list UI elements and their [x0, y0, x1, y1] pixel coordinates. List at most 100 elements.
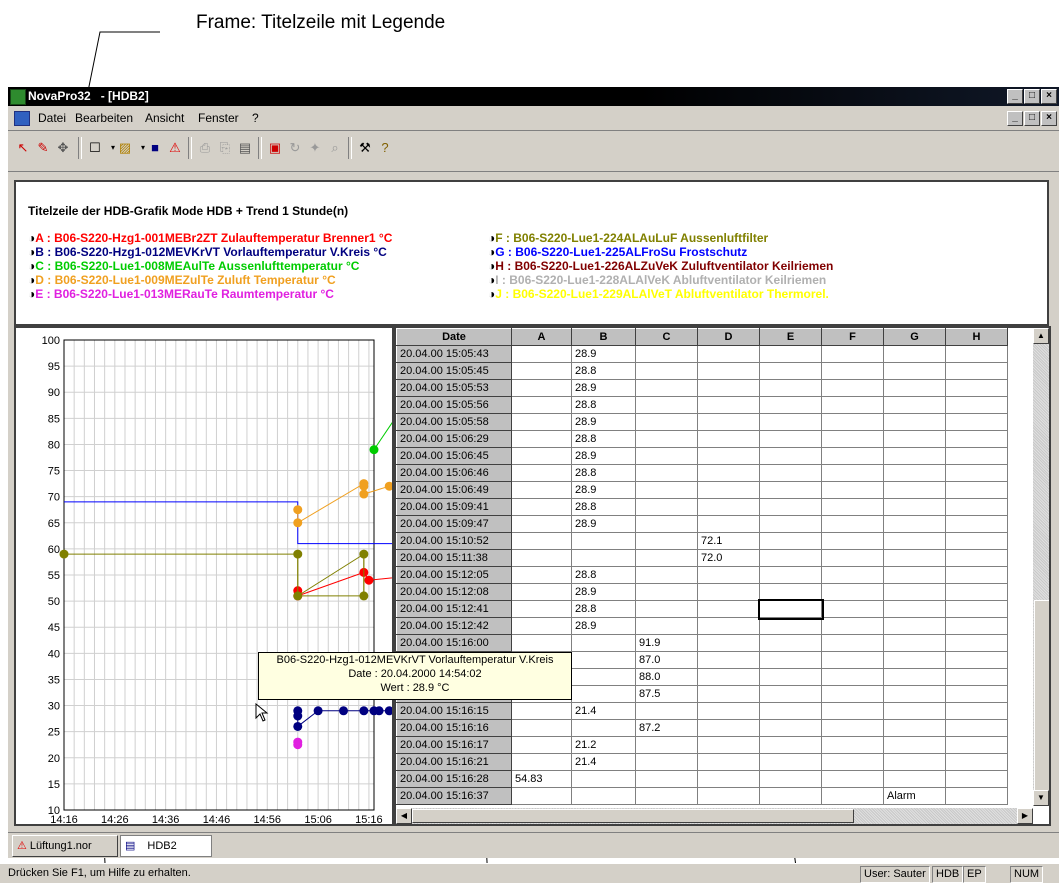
table-cell[interactable]	[945, 651, 1008, 669]
table-row[interactable]: 20.04.00 15:16:15 21.4	[396, 702, 1008, 720]
table-cell[interactable]	[945, 379, 1008, 397]
table-cell[interactable]	[759, 396, 822, 414]
table-cell[interactable]	[945, 770, 1008, 788]
table-cell[interactable]	[759, 566, 822, 584]
row-date-cell[interactable]: 20.04.00 15:16:16	[396, 719, 512, 737]
column-header[interactable]: A	[511, 328, 572, 346]
properties-icon[interactable]: ▣	[266, 139, 284, 157]
table-cell[interactable]	[571, 685, 636, 703]
legend-item-h[interactable]: ◑H : B06-S220-Lue1-226ALZuVeK Zuluftvent…	[488, 259, 833, 273]
table-cell[interactable]	[821, 651, 884, 669]
table-cell[interactable]	[511, 617, 572, 635]
table-cell[interactable]	[759, 634, 822, 652]
scroll-right-icon[interactable]: ▶	[1017, 808, 1033, 824]
table-cell[interactable]	[821, 770, 884, 788]
table-cell[interactable]	[511, 702, 572, 720]
table-cell[interactable]	[697, 617, 760, 635]
table-cell[interactable]	[571, 532, 636, 550]
table-cell[interactable]	[759, 413, 822, 431]
table-cell[interactable]	[821, 464, 884, 482]
table-cell[interactable]	[759, 447, 822, 465]
table-cell[interactable]	[635, 413, 698, 431]
table-cell[interactable]	[635, 447, 698, 465]
table-row[interactable]: 20.04.00 15:09:41 28.8	[396, 498, 1008, 516]
table-cell[interactable]: 28.8	[571, 498, 636, 516]
table-cell[interactable]	[945, 464, 1008, 482]
table-cell[interactable]	[883, 413, 946, 431]
table-cell[interactable]	[821, 566, 884, 584]
table-cell[interactable]: 21.4	[571, 702, 636, 720]
table-cell[interactable]	[697, 685, 760, 703]
scroll-left-icon[interactable]: ◀	[396, 808, 412, 824]
table-cell[interactable]: 28.9	[571, 345, 636, 363]
table-cell[interactable]: 28.8	[571, 430, 636, 448]
table-cell[interactable]	[945, 345, 1008, 363]
table-cell[interactable]	[759, 787, 822, 805]
table-cell[interactable]	[511, 430, 572, 448]
hscroll-thumb[interactable]	[412, 809, 854, 823]
table-cell[interactable]	[571, 651, 636, 669]
legend-item-i[interactable]: ◑I : B06-S220-Lue1-228ALAlVeK Abluftvent…	[488, 273, 826, 287]
table-cell[interactable]: 28.8	[571, 600, 636, 618]
table-cell[interactable]	[883, 549, 946, 567]
table-cell[interactable]	[945, 481, 1008, 499]
table-cell[interactable]	[757, 598, 824, 620]
table-cell[interactable]	[511, 481, 572, 499]
table-cell[interactable]	[697, 447, 760, 465]
table-cell[interactable]	[759, 498, 822, 516]
table-cell[interactable]	[511, 583, 572, 601]
table-cell[interactable]	[883, 481, 946, 499]
table-cell[interactable]	[635, 787, 698, 805]
row-date-cell[interactable]: 20.04.00 15:06:45	[396, 447, 512, 465]
table-row[interactable]: 20.04.00 15:11:38 72.0	[396, 549, 1008, 567]
table-cell[interactable]	[635, 481, 698, 499]
table-cell[interactable]	[945, 447, 1008, 465]
table-cell[interactable]	[821, 345, 884, 363]
table-cell[interactable]: 21.4	[571, 753, 636, 771]
table-cell[interactable]	[697, 566, 760, 584]
table-cell[interactable]	[883, 634, 946, 652]
legend-item-j[interactable]: ◑J : B06-S220-Lue1-229ALAlVeT Abluftvent…	[488, 287, 829, 301]
table-cell[interactable]	[821, 498, 884, 516]
table-cell[interactable]	[697, 345, 760, 363]
menu-datei[interactable]: Datei	[38, 111, 66, 125]
table-cell[interactable]	[635, 549, 698, 567]
table-cell[interactable]	[635, 396, 698, 414]
table-row[interactable]: 20.04.00 15:16:17 21.2	[396, 736, 1008, 754]
column-header[interactable]: H	[945, 328, 1008, 346]
table-cell[interactable]	[821, 583, 884, 601]
row-date-cell[interactable]: 20.04.00 15:05:56	[396, 396, 512, 414]
column-header[interactable]: D	[697, 328, 760, 346]
table-cell[interactable]	[697, 464, 760, 482]
scroll-thumb[interactable]	[1034, 600, 1049, 792]
menu-help[interactable]: ?	[252, 111, 259, 125]
table-row[interactable]: 20.04.00 15:12:05 28.8	[396, 566, 1008, 584]
table-cell[interactable]	[759, 549, 822, 567]
table-row[interactable]: 20.04.00 15:09:47 28.9	[396, 515, 1008, 533]
row-date-cell[interactable]: 20.04.00 15:11:38	[396, 549, 512, 567]
legend-item-b[interactable]: ◑B : B06-S220-Hzg1-012MEVKrVT Vorlauftem…	[28, 245, 387, 259]
minimize-button[interactable]: _	[1007, 89, 1023, 104]
table-cell[interactable]	[635, 702, 698, 720]
table-cell[interactable]	[821, 413, 884, 431]
table-cell[interactable]	[821, 617, 884, 635]
table-cell[interactable]	[511, 379, 572, 397]
new-file-icon[interactable]: ☐	[86, 139, 104, 157]
table-cell[interactable]	[697, 668, 760, 686]
table-cell[interactable]	[697, 481, 760, 499]
table-cell[interactable]: 28.9	[571, 379, 636, 397]
table-row[interactable]: 20.04.00 15:16:37 Alarm	[396, 787, 1008, 805]
table-cell[interactable]	[635, 345, 698, 363]
table-cell[interactable]	[883, 617, 946, 635]
refresh-icon[interactable]: ↻	[286, 139, 304, 157]
row-date-cell[interactable]: 20.04.00 15:16:17	[396, 736, 512, 754]
table-row[interactable]: 20.04.00 15:06:49 28.9	[396, 481, 1008, 499]
table-cell[interactable]	[821, 430, 884, 448]
print-icon[interactable]: ⎙	[196, 139, 214, 157]
table-cell[interactable]: 87.2	[635, 719, 698, 737]
row-date-cell[interactable]: 20.04.00 15:16:28	[396, 770, 512, 788]
table-cell[interactable]	[511, 498, 572, 516]
table-cell[interactable]	[511, 566, 572, 584]
table-cell[interactable]	[945, 498, 1008, 516]
table-cell[interactable]	[635, 753, 698, 771]
